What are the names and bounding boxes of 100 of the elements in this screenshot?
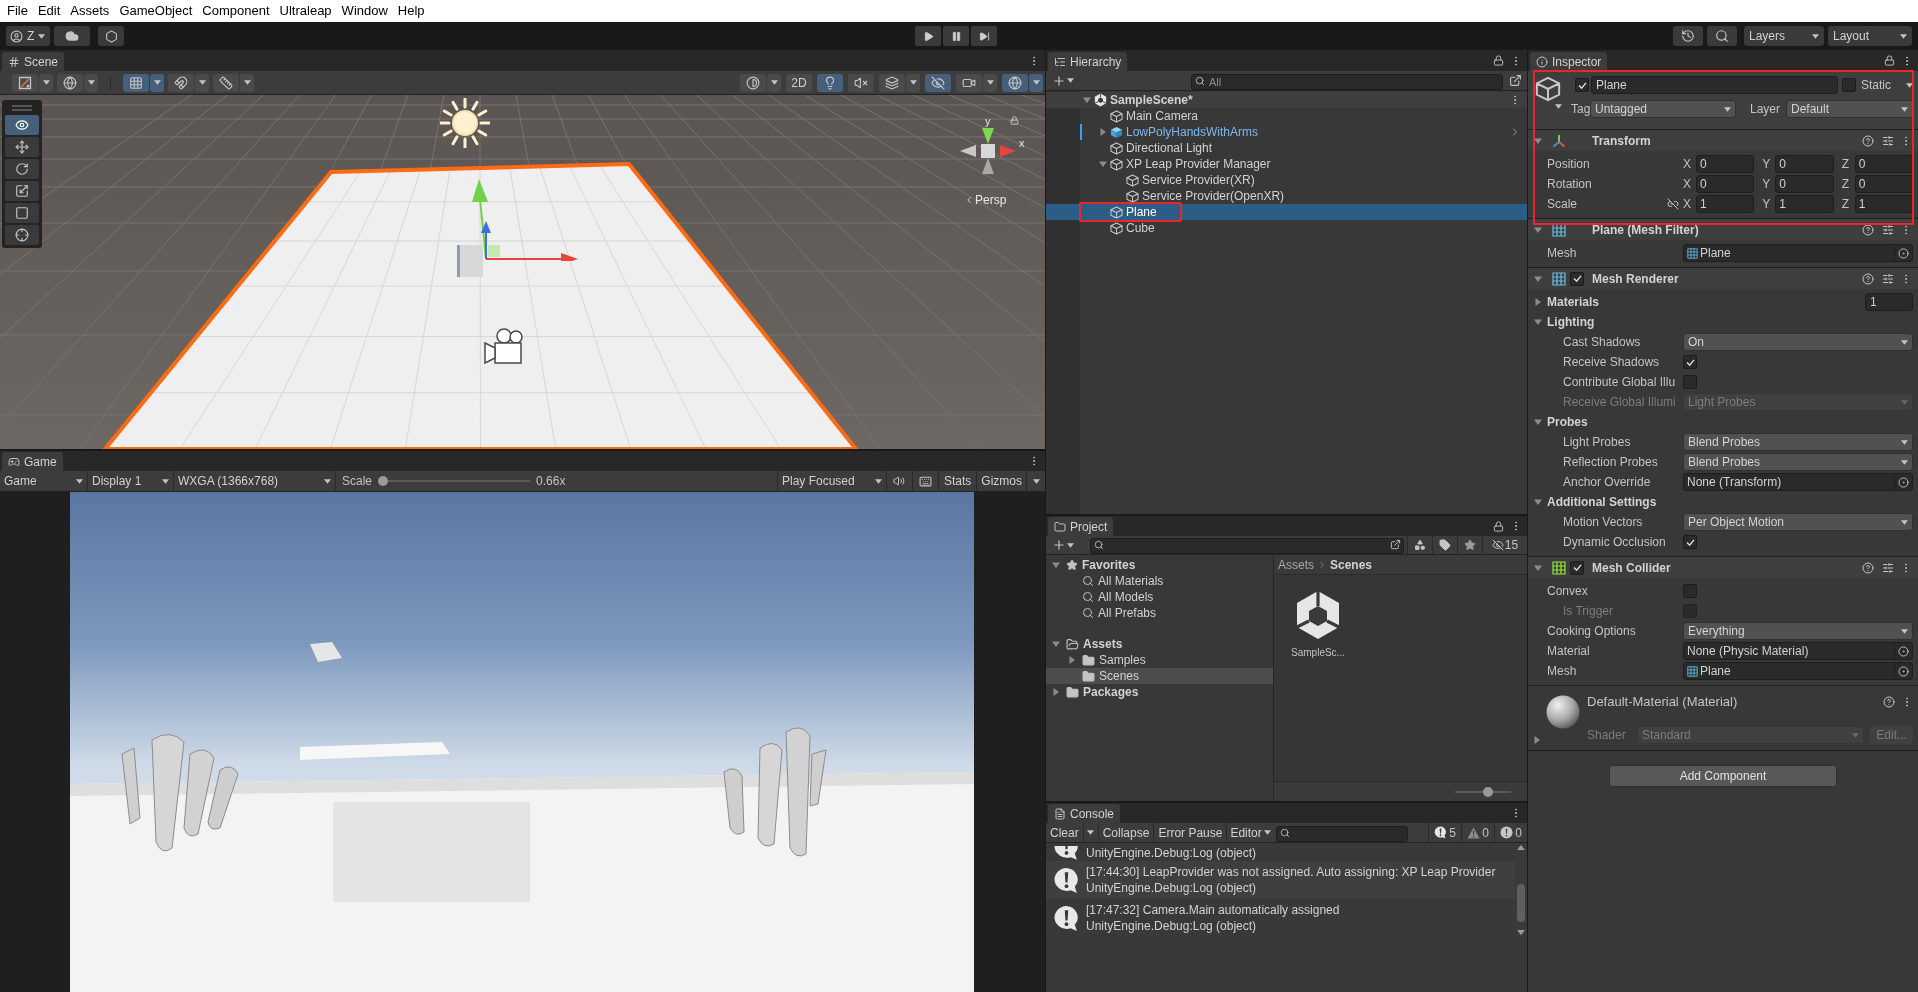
project-item[interactable]: Scenes <box>1046 668 1273 684</box>
editor-dropdown[interactable]: Editor <box>1227 823 1274 842</box>
foldout-arrow-icon[interactable] <box>1534 563 1542 572</box>
object-field[interactable]: None (Transform) <box>1683 473 1913 491</box>
dropdown-button[interactable] <box>906 73 920 92</box>
scale-tool-button[interactable] <box>5 181 39 201</box>
projection-toggle[interactable]: Persp <box>964 191 1007 209</box>
project-item[interactable]: Assets <box>1046 636 1273 652</box>
dropdown-button[interactable] <box>39 73 53 92</box>
asset-item[interactable]: SampleSc... <box>1288 589 1348 660</box>
foldout-arrow-icon[interactable] <box>1099 160 1107 168</box>
checkbox[interactable] <box>1570 560 1584 575</box>
dropdown-button[interactable] <box>195 73 209 92</box>
hierarchy-item[interactable]: LowPolyHandsWithArms <box>1046 124 1527 140</box>
dropdown-button[interactable] <box>1082 823 1099 842</box>
foldout-arrow-icon[interactable] <box>1534 225 1542 234</box>
clear-button[interactable]: Clear <box>1046 823 1083 842</box>
search-field[interactable] <box>1275 825 1408 842</box>
dropdown-button[interactable] <box>1029 73 1043 92</box>
number-field[interactable]: 0 <box>1854 155 1913 173</box>
dropdown[interactable]: Blend Probes <box>1683 433 1913 451</box>
account-button[interactable]: Z <box>6 26 51 46</box>
component-header[interactable]: Mesh Renderer <box>1528 267 1918 289</box>
orientation-gizmo[interactable] <box>960 126 1016 176</box>
number-field[interactable]: 0 <box>1775 175 1834 193</box>
layout-dropdown[interactable]: Layout <box>1828 26 1912 46</box>
display-dropdown[interactable]: Display 1 <box>88 471 174 491</box>
checkbox[interactable] <box>1683 355 1697 369</box>
panel-tab[interactable]: Inspector <box>1530 52 1608 71</box>
dropdown[interactable]: Blend Probes <box>1683 453 1913 471</box>
hidden-packages-button[interactable]: 15 <box>1482 536 1527 554</box>
hierarchy-item[interactable]: Plane <box>1046 204 1527 220</box>
gizmos-button[interactable]: Gizmos <box>977 471 1027 491</box>
breadcrumb-link[interactable]: Scenes <box>1330 555 1373 574</box>
number-field[interactable]: 1 <box>1854 195 1913 213</box>
project-item[interactable]: All Materials <box>1046 573 1273 589</box>
foldout-arrow-icon[interactable] <box>1534 418 1542 426</box>
foldout-arrow-icon[interactable] <box>1534 498 1542 506</box>
step-button[interactable] <box>971 26 997 46</box>
component-header[interactable]: Mesh Collider <box>1528 556 1918 578</box>
collab-button[interactable] <box>98 26 125 46</box>
globe-button[interactable] <box>57 73 83 92</box>
resolution-dropdown[interactable]: WXGA (1366x768) <box>174 471 336 491</box>
dropdown[interactable]: Default <box>1786 100 1913 118</box>
menu-item[interactable]: File <box>3 0 32 22</box>
project-item[interactable]: Favorites <box>1046 557 1273 573</box>
project-item[interactable]: All Models <box>1046 589 1273 605</box>
dropdown-button[interactable] <box>983 73 997 92</box>
search-button[interactable] <box>1707 26 1737 46</box>
foldout-arrow-icon[interactable] <box>1052 688 1060 696</box>
menu-item[interactable]: Assets <box>66 0 114 22</box>
view-tool-button[interactable] <box>5 115 39 135</box>
checkbox[interactable] <box>1683 584 1697 598</box>
camera-button[interactable] <box>956 73 982 92</box>
dropdown[interactable]: Per Object Motion <box>1683 513 1913 531</box>
dropdown-button[interactable] <box>84 73 98 92</box>
hierarchy-item[interactable]: Cube <box>1046 220 1527 236</box>
checkbox[interactable] <box>1842 78 1856 92</box>
number-field[interactable]: 0 <box>1775 155 1834 173</box>
project-item[interactable]: Samples <box>1046 652 1273 668</box>
open-window-button[interactable] <box>1507 74 1523 87</box>
foldout-arrow-icon[interactable] <box>1068 656 1076 664</box>
panel-tab[interactable]: Scene <box>2 52 65 71</box>
panel-tab[interactable]: Game <box>2 452 63 471</box>
slider-thumb[interactable] <box>378 476 389 486</box>
scale-slider[interactable] <box>378 476 531 486</box>
panel-tab[interactable]: Console <box>1048 804 1121 823</box>
hierarchy-item[interactable]: Directional Light <box>1046 140 1527 156</box>
play-button[interactable] <box>915 26 941 46</box>
foldout-arrow-icon[interactable] <box>1083 96 1091 104</box>
search-field[interactable]: All <box>1191 73 1503 90</box>
menu-item[interactable]: Help <box>393 0 429 22</box>
zoom-slider[interactable] <box>1455 786 1511 797</box>
panel-tab[interactable]: Project <box>1048 517 1114 536</box>
hierarchy-item[interactable]: XP Leap Provider Manager <box>1046 156 1527 172</box>
history-button[interactable] <box>1673 26 1703 46</box>
dropdown-button[interactable] <box>240 73 254 92</box>
number-field[interactable]: 0 <box>1696 175 1755 193</box>
effects-button[interactable] <box>879 73 905 92</box>
snap-button[interactable] <box>168 73 194 92</box>
error-pause-button[interactable]: Error Pause <box>1154 823 1228 842</box>
transform-tool-button[interactable] <box>5 225 39 245</box>
breadcrumb-link[interactable]: Assets <box>1278 555 1314 574</box>
rect-tool-button[interactable] <box>5 203 39 223</box>
collapse-button[interactable]: Collapse <box>1098 823 1155 842</box>
error-count-button[interactable]: 0 <box>1494 823 1527 842</box>
mode-2d-button[interactable]: 2D <box>786 73 812 92</box>
scroll-up-icon[interactable] <box>1517 845 1525 850</box>
hierarchy-item[interactable]: Main Camera <box>1046 108 1527 124</box>
foldout-arrow-icon[interactable] <box>1534 298 1542 306</box>
menu-item[interactable]: Ultraleap <box>275 0 336 22</box>
scrollbar-thumb[interactable] <box>1517 884 1525 922</box>
checkbox[interactable] <box>1570 271 1584 286</box>
project-item[interactable]: Packages <box>1046 684 1273 700</box>
number-field[interactable]: 1 <box>1775 195 1834 213</box>
number-field[interactable]: 1 <box>1865 293 1913 311</box>
scene-viewport[interactable]: y x Persp <box>0 95 1045 449</box>
visibility-button[interactable] <box>925 73 951 92</box>
menu-item[interactable]: Component <box>198 0 274 22</box>
object-field[interactable]: None (Physic Material) <box>1683 642 1913 660</box>
